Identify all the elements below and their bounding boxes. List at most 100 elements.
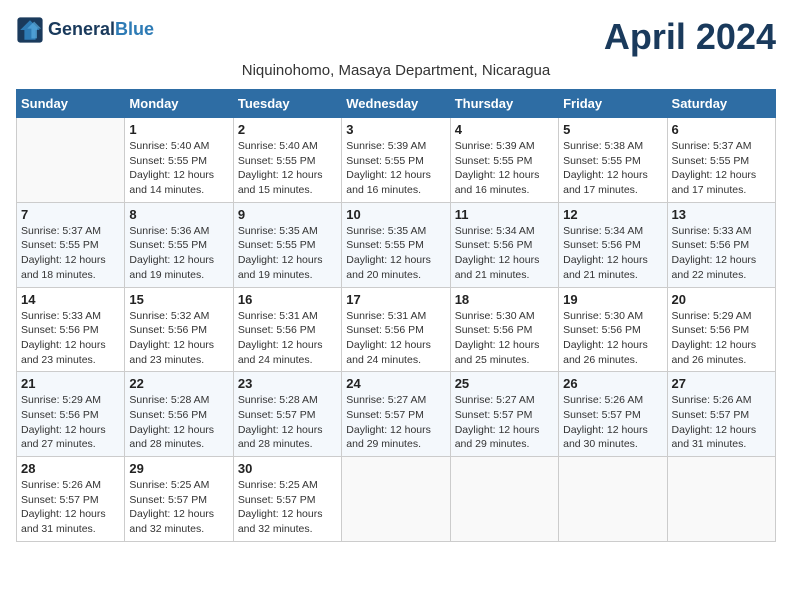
calendar-cell: 18 Sunrise: 5:30 AM Sunset: 5:56 PM Dayli… (450, 287, 558, 372)
day-number: 5 (563, 122, 662, 137)
weekday-header: Sunday (17, 90, 125, 118)
day-number: 12 (563, 207, 662, 222)
day-info: Sunrise: 5:35 AM Sunset: 5:55 PM Dayligh… (346, 224, 445, 283)
day-info: Sunrise: 5:28 AM Sunset: 5:56 PM Dayligh… (129, 393, 228, 452)
day-info: Sunrise: 5:39 AM Sunset: 5:55 PM Dayligh… (346, 139, 445, 198)
calendar-cell: 28 Sunrise: 5:26 AM Sunset: 5:57 PM Dayli… (17, 457, 125, 542)
calendar-week-row: 14 Sunrise: 5:33 AM Sunset: 5:56 PM Dayli… (17, 287, 776, 372)
calendar-cell (17, 118, 125, 203)
day-number: 7 (21, 207, 120, 222)
calendar-cell: 16 Sunrise: 5:31 AM Sunset: 5:56 PM Dayli… (233, 287, 341, 372)
weekday-header: Monday (125, 90, 233, 118)
day-number: 24 (346, 376, 445, 391)
calendar-cell: 23 Sunrise: 5:28 AM Sunset: 5:57 PM Dayli… (233, 372, 341, 457)
day-info: Sunrise: 5:30 AM Sunset: 5:56 PM Dayligh… (455, 309, 554, 368)
day-info: Sunrise: 5:35 AM Sunset: 5:55 PM Dayligh… (238, 224, 337, 283)
calendar-cell: 20 Sunrise: 5:29 AM Sunset: 5:56 PM Dayli… (667, 287, 775, 372)
day-number: 25 (455, 376, 554, 391)
calendar-cell: 7 Sunrise: 5:37 AM Sunset: 5:55 PM Daylig… (17, 202, 125, 287)
day-number: 2 (238, 122, 337, 137)
day-info: Sunrise: 5:37 AM Sunset: 5:55 PM Dayligh… (21, 224, 120, 283)
day-number: 3 (346, 122, 445, 137)
calendar-cell (450, 457, 558, 542)
calendar-cell: 30 Sunrise: 5:25 AM Sunset: 5:57 PM Dayli… (233, 457, 341, 542)
calendar-cell (342, 457, 450, 542)
calendar-cell: 27 Sunrise: 5:26 AM Sunset: 5:57 PM Dayli… (667, 372, 775, 457)
subtitle: Niquinohomo, Masaya Department, Nicaragu… (16, 62, 776, 79)
calendar-cell: 12 Sunrise: 5:34 AM Sunset: 5:56 PM Dayli… (559, 202, 667, 287)
day-number: 20 (672, 292, 771, 307)
calendar-cell: 13 Sunrise: 5:33 AM Sunset: 5:56 PM Dayli… (667, 202, 775, 287)
day-number: 9 (238, 207, 337, 222)
calendar-cell: 24 Sunrise: 5:27 AM Sunset: 5:57 PM Dayli… (342, 372, 450, 457)
day-number: 15 (129, 292, 228, 307)
calendar-week-row: 1 Sunrise: 5:40 AM Sunset: 5:55 PM Daylig… (17, 118, 776, 203)
weekday-header: Tuesday (233, 90, 341, 118)
calendar-cell: 6 Sunrise: 5:37 AM Sunset: 5:55 PM Daylig… (667, 118, 775, 203)
day-info: Sunrise: 5:27 AM Sunset: 5:57 PM Dayligh… (346, 393, 445, 452)
day-number: 22 (129, 376, 228, 391)
day-number: 6 (672, 122, 771, 137)
day-number: 30 (238, 461, 337, 476)
day-number: 16 (238, 292, 337, 307)
day-info: Sunrise: 5:33 AM Sunset: 5:56 PM Dayligh… (672, 224, 771, 283)
day-number: 21 (21, 376, 120, 391)
calendar-cell: 4Sunrise: 5:39 AM Sunset: 5:55 PM Daylig… (450, 118, 558, 203)
logo: GeneralBlue (16, 16, 154, 44)
day-info: Sunrise: 5:37 AM Sunset: 5:55 PM Dayligh… (672, 139, 771, 198)
day-info: Sunrise: 5:31 AM Sunset: 5:56 PM Dayligh… (346, 309, 445, 368)
day-info: Sunrise: 5:33 AM Sunset: 5:56 PM Dayligh… (21, 309, 120, 368)
page-header: GeneralBlue April 2024 (16, 16, 776, 58)
day-number: 23 (238, 376, 337, 391)
calendar-cell: 11Sunrise: 5:34 AM Sunset: 5:56 PM Dayli… (450, 202, 558, 287)
day-number: 14 (21, 292, 120, 307)
calendar-cell (559, 457, 667, 542)
day-info: Sunrise: 5:27 AM Sunset: 5:57 PM Dayligh… (455, 393, 554, 452)
day-info: Sunrise: 5:28 AM Sunset: 5:57 PM Dayligh… (238, 393, 337, 452)
day-number: 8 (129, 207, 228, 222)
day-number: 18 (455, 292, 554, 307)
day-info: Sunrise: 5:31 AM Sunset: 5:56 PM Dayligh… (238, 309, 337, 368)
day-number: 11 (455, 207, 554, 222)
day-number: 10 (346, 207, 445, 222)
calendar-cell: 3 Sunrise: 5:39 AM Sunset: 5:55 PM Daylig… (342, 118, 450, 203)
day-info: Sunrise: 5:40 AM Sunset: 5:55 PM Dayligh… (238, 139, 337, 198)
calendar-week-row: 21 Sunrise: 5:29 AM Sunset: 5:56 PM Dayli… (17, 372, 776, 457)
weekday-header: Thursday (450, 90, 558, 118)
day-number: 29 (129, 461, 228, 476)
calendar-cell: 10 Sunrise: 5:35 AM Sunset: 5:55 PM Dayli… (342, 202, 450, 287)
day-info: Sunrise: 5:30 AM Sunset: 5:56 PM Dayligh… (563, 309, 662, 368)
calendar-cell: 25 Sunrise: 5:27 AM Sunset: 5:57 PM Dayli… (450, 372, 558, 457)
weekday-header: Friday (559, 90, 667, 118)
month-title: April 2024 (604, 16, 776, 58)
day-info: Sunrise: 5:25 AM Sunset: 5:57 PM Dayligh… (238, 478, 337, 537)
logo-text: GeneralBlue (48, 20, 154, 40)
day-info: Sunrise: 5:26 AM Sunset: 5:57 PM Dayligh… (21, 478, 120, 537)
day-number: 13 (672, 207, 771, 222)
day-info: Sunrise: 5:36 AM Sunset: 5:55 PM Dayligh… (129, 224, 228, 283)
day-number: 27 (672, 376, 771, 391)
day-info: Sunrise: 5:29 AM Sunset: 5:56 PM Dayligh… (672, 309, 771, 368)
logo-icon (16, 16, 44, 44)
calendar-cell: 21 Sunrise: 5:29 AM Sunset: 5:56 PM Dayli… (17, 372, 125, 457)
day-number: 28 (21, 461, 120, 476)
weekday-header-row: SundayMondayTuesdayWednesdayThursdayFrid… (17, 90, 776, 118)
day-info: Sunrise: 5:25 AM Sunset: 5:57 PM Dayligh… (129, 478, 228, 537)
day-number: 19 (563, 292, 662, 307)
weekday-header: Saturday (667, 90, 775, 118)
day-info: Sunrise: 5:40 AM Sunset: 5:55 PM Dayligh… (129, 139, 228, 198)
calendar-cell: 2 Sunrise: 5:40 AM Sunset: 5:55 PM Daylig… (233, 118, 341, 203)
day-number: 4 (455, 122, 554, 137)
calendar-cell: 15Sunrise: 5:32 AM Sunset: 5:56 PM Dayli… (125, 287, 233, 372)
day-number: 26 (563, 376, 662, 391)
calendar-cell: 9 Sunrise: 5:35 AM Sunset: 5:55 PM Daylig… (233, 202, 341, 287)
calendar-cell: 14 Sunrise: 5:33 AM Sunset: 5:56 PM Dayli… (17, 287, 125, 372)
calendar-week-row: 7 Sunrise: 5:37 AM Sunset: 5:55 PM Daylig… (17, 202, 776, 287)
calendar-cell: 1 Sunrise: 5:40 AM Sunset: 5:55 PM Daylig… (125, 118, 233, 203)
day-number: 1 (129, 122, 228, 137)
day-info: Sunrise: 5:34 AM Sunset: 5:56 PM Dayligh… (563, 224, 662, 283)
day-info: Sunrise: 5:26 AM Sunset: 5:57 PM Dayligh… (672, 393, 771, 452)
day-info: Sunrise: 5:38 AM Sunset: 5:55 PM Dayligh… (563, 139, 662, 198)
calendar-cell: 19 Sunrise: 5:30 AM Sunset: 5:56 PM Dayli… (559, 287, 667, 372)
day-info: Sunrise: 5:29 AM Sunset: 5:56 PM Dayligh… (21, 393, 120, 452)
